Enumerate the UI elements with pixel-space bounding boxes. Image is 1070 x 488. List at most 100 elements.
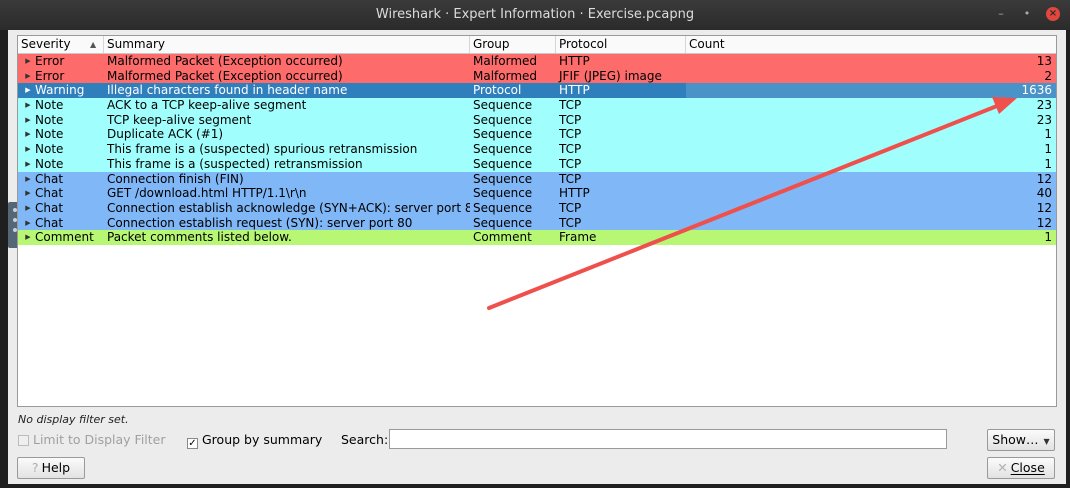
expert-info-tree[interactable]: Severity ▲ Summary Group Protocol Count … xyxy=(17,35,1057,407)
close-icon: ✕ xyxy=(997,460,1008,475)
table-row[interactable]: ▶ Note Duplicate ACK (#1) Sequence TCP 1 xyxy=(18,127,1056,143)
cell-group: Sequence xyxy=(473,215,533,230)
severity-text: Note xyxy=(35,98,64,113)
cell-protocol: TCP xyxy=(559,127,582,142)
chevron-down-icon: ▼ xyxy=(1043,437,1050,446)
cell-severity: ▶ Chat xyxy=(18,186,104,201)
cell-group: Comment xyxy=(473,230,532,245)
cell-count: 2 xyxy=(1044,68,1052,83)
cell-group: Sequence xyxy=(473,200,533,215)
expand-arrow-icon[interactable]: ▶ xyxy=(21,216,35,231)
help-button[interactable]: ? Help xyxy=(17,457,85,479)
cell-protocol: TCP xyxy=(559,215,582,230)
table-row[interactable]: ▶ Chat Connection finish (FIN) Sequence TCP 1… xyxy=(18,171,1056,187)
cell-count: 13 xyxy=(1036,54,1052,68)
cell-severity: ▶ Chat xyxy=(18,201,104,216)
cell-severity: ▶ Warning xyxy=(18,83,104,98)
col-header-summary[interactable]: Summary xyxy=(104,36,470,53)
cell-count: 23 xyxy=(1036,112,1052,127)
col-header-group[interactable]: Group xyxy=(470,36,556,53)
severity-text: Error xyxy=(35,54,65,68)
expand-arrow-icon[interactable]: ▶ xyxy=(21,201,35,216)
cell-protocol: HTTP xyxy=(559,186,590,201)
expand-arrow-icon[interactable]: ▶ xyxy=(21,157,35,172)
close-button-label: Close xyxy=(1010,460,1045,475)
severity-text: Note xyxy=(35,156,64,171)
col-header-severity[interactable]: Severity ▲ xyxy=(18,36,104,53)
table-row[interactable]: ▶ Warning Illegal characters found in head… xyxy=(18,83,1056,99)
col-header-count[interactable]: Count xyxy=(686,36,1056,53)
cell-summary: GET /download.html HTTP/1.1\r\n xyxy=(107,186,307,201)
cell-protocol: JFIF (JPEG) image xyxy=(559,68,662,83)
expand-arrow-icon[interactable]: ▶ xyxy=(21,113,35,128)
cell-protocol: TCP xyxy=(559,156,582,171)
expand-arrow-icon[interactable]: ▶ xyxy=(21,230,35,245)
expand-arrow-icon[interactable]: ▶ xyxy=(21,186,35,201)
cell-protocol: TCP xyxy=(559,98,582,113)
cell-group: Protocol xyxy=(473,83,522,98)
table-row[interactable]: ▶ Note ACK to a TCP keep-alive segment Sequ… xyxy=(18,98,1056,113)
show-dropdown-button[interactable]: Show… ▼ xyxy=(987,429,1055,451)
severity-text: Comment xyxy=(35,230,94,245)
cell-protocol: TCP xyxy=(559,171,582,186)
table-row[interactable]: ▶ Chat GET /download.html HTTP/1.1\r\n Sequ… xyxy=(18,186,1056,201)
search-input[interactable] xyxy=(389,429,947,449)
cell-group: Malformed xyxy=(473,68,538,83)
table-row[interactable]: ▶ Chat Connection establish acknowledge (S… xyxy=(18,200,1056,216)
cell-severity: ▶ Error xyxy=(18,69,104,84)
table-row[interactable]: ▶ Chat Connection establish request (SYN):… xyxy=(18,215,1056,231)
close-button[interactable]: ✕ Close xyxy=(987,457,1055,479)
table-row[interactable]: ▶ Comment Packet comments listed below. Com… xyxy=(18,230,1056,245)
expand-arrow-icon[interactable]: ▶ xyxy=(21,98,35,113)
col-header-label: Summary xyxy=(107,37,165,51)
cell-protocol: TCP xyxy=(559,112,582,127)
checkbox-unchecked-icon xyxy=(18,435,29,446)
cell-count: 1 xyxy=(1044,230,1052,245)
sort-ascending-icon: ▲ xyxy=(90,40,97,49)
close-window-icon[interactable]: × xyxy=(1046,7,1060,21)
expand-arrow-icon[interactable]: ▶ xyxy=(21,127,35,142)
col-header-label: Count xyxy=(689,37,725,51)
cell-count: 1 xyxy=(1044,127,1052,142)
col-header-label: Severity xyxy=(21,37,71,51)
table-row[interactable]: ▶ Error Malformed Packet (Exception occurr… xyxy=(18,68,1056,84)
maximize-icon[interactable]: • xyxy=(1020,7,1034,21)
expand-arrow-icon[interactable]: ▶ xyxy=(21,54,35,69)
cell-severity: ▶ Note xyxy=(18,142,104,157)
cell-group: Sequence xyxy=(473,156,533,171)
cell-severity: ▶ Note xyxy=(18,157,104,172)
cell-summary: This frame is a (suspected) spurious ret… xyxy=(107,142,418,157)
group-by-summary-checkbox[interactable]: ✓ Group by summary xyxy=(187,432,322,449)
cell-count: 12 xyxy=(1036,171,1052,186)
cell-protocol: HTTP xyxy=(559,54,590,68)
cell-count: 1 xyxy=(1044,142,1052,157)
expert-info-dialog: Severity ▲ Summary Group Protocol Count … xyxy=(8,30,1066,484)
cell-summary: Connection finish (FIN) xyxy=(107,171,244,186)
limit-filter-label: Limit to Display Filter xyxy=(33,432,166,447)
cell-group: Sequence xyxy=(473,186,533,201)
expand-arrow-icon[interactable]: ▶ xyxy=(21,172,35,187)
cell-severity: ▶ Error xyxy=(18,54,104,69)
cell-summary: ACK to a TCP keep-alive segment xyxy=(107,98,307,113)
cell-count: 40 xyxy=(1036,186,1052,201)
expand-arrow-icon[interactable]: ▶ xyxy=(21,142,35,157)
cell-count: 23 xyxy=(1036,98,1052,113)
group-by-summary-label: Group by summary xyxy=(202,432,323,447)
cell-protocol: TCP xyxy=(559,200,582,215)
cell-count: 12 xyxy=(1036,200,1052,215)
col-header-label: Group xyxy=(473,37,510,51)
table-row[interactable]: ▶ Note TCP keep-alive segment Sequence TCP 23 xyxy=(18,112,1056,128)
expand-arrow-icon[interactable]: ▶ xyxy=(21,69,35,84)
expand-arrow-icon[interactable]: ▶ xyxy=(21,83,35,98)
limit-to-filter-checkbox[interactable]: Limit to Display Filter xyxy=(18,432,166,447)
table-row[interactable]: ▶ Note This frame is a (suspected) retrans… xyxy=(18,156,1056,172)
filter-status-text: No display filter set. xyxy=(18,413,129,426)
cell-count: 12 xyxy=(1036,215,1052,230)
minimize-icon[interactable]: – xyxy=(994,7,1008,21)
cell-protocol: HTTP xyxy=(559,83,590,98)
window-titlebar: Wireshark · Expert Information · Exercis… xyxy=(0,0,1070,30)
table-row[interactable]: ▶ Note This frame is a (suspected) spuriou… xyxy=(18,142,1056,157)
col-header-protocol[interactable]: Protocol xyxy=(556,36,686,53)
cell-protocol: Frame xyxy=(559,230,597,245)
table-row[interactable]: ▶ Error Malformed Packet (Exception occurr… xyxy=(18,54,1056,69)
